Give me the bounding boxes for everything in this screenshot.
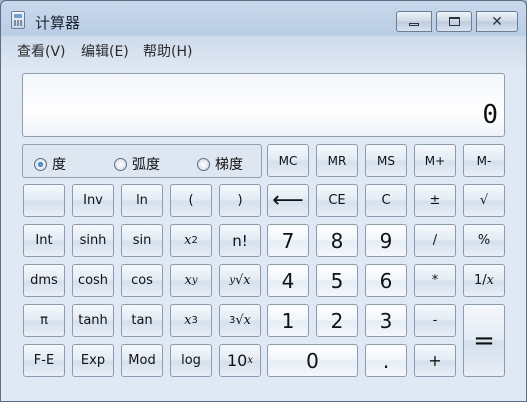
x-cubed-base: x — [184, 313, 192, 328]
digit-9-button[interactable]: 9 — [365, 224, 407, 257]
close-icon: ✕ — [491, 13, 503, 30]
blank-key — [23, 184, 65, 217]
digit-8-button[interactable]: 8 — [316, 224, 358, 257]
backspace-button[interactable]: ⟵ — [267, 184, 309, 217]
menu-view[interactable]: 查看(V) — [17, 41, 66, 61]
cos-button[interactable]: cos — [121, 264, 163, 297]
m-plus-button[interactable]: M+ — [414, 144, 456, 177]
log-button[interactable]: log — [170, 344, 212, 377]
cube-root-symbol: √ — [235, 313, 244, 328]
cube-root-button[interactable]: 3 √ x — [219, 304, 261, 337]
mr-button[interactable]: MR — [316, 144, 358, 177]
reciprocal-x: x — [486, 273, 494, 288]
minimize-icon — [409, 22, 419, 26]
maximize-icon — [448, 17, 460, 26]
close-button[interactable]: ✕ — [476, 11, 518, 32]
menu-edit[interactable]: 编辑(E) — [81, 41, 129, 61]
ten-power-x-base: 10 — [227, 351, 248, 370]
x-cubed-exp: 3 — [191, 315, 198, 326]
ten-power-x-exp: x — [247, 355, 253, 366]
ms-button[interactable]: MS — [365, 144, 407, 177]
calculator-window: 计算器 ✕ 查看(V) 编辑(E) 帮助(H) 0 度 弧度 梯度 MC MR … — [0, 0, 527, 402]
radio-radians-label: 弧度 — [132, 157, 160, 173]
maximize-button[interactable] — [436, 11, 472, 32]
radio-degrees[interactable]: 度 — [34, 154, 66, 174]
ten-power-x-button[interactable]: 10 x — [219, 344, 261, 377]
display-value: 0 — [482, 100, 498, 130]
right-paren-button[interactable]: ) — [219, 184, 261, 217]
y-root-button[interactable]: y √ x — [219, 264, 261, 297]
sin-button[interactable]: sin — [121, 224, 163, 257]
x-cubed-button[interactable]: x3 — [170, 304, 212, 337]
radio-gradians[interactable]: 梯度 — [197, 154, 243, 174]
radio-gradians-label: 梯度 — [215, 157, 243, 173]
x-squared-base: x — [184, 233, 192, 248]
radio-degrees-label: 度 — [52, 157, 66, 173]
x-power-y-exp: y — [191, 275, 198, 286]
calculator-icon — [11, 11, 25, 29]
factorial-button[interactable]: n! — [219, 224, 261, 257]
backspace-icon: ⟵ — [272, 188, 304, 213]
ln-button[interactable]: ln — [121, 184, 163, 217]
plus-button[interactable]: + — [414, 344, 456, 377]
radio-gradians-indicator — [197, 157, 210, 171]
digit-0-button[interactable]: 0 — [267, 344, 358, 377]
inv-button[interactable]: Inv — [72, 184, 114, 217]
sqrt-button[interactable]: √ — [463, 184, 505, 217]
y-root-x: x — [243, 273, 251, 288]
menu-help[interactable]: 帮助(H) — [143, 41, 192, 61]
x-squared-exp: 2 — [191, 235, 198, 246]
result-display: 0 — [22, 73, 505, 137]
mod-button[interactable]: Mod — [121, 344, 163, 377]
pi-button[interactable]: π — [23, 304, 65, 337]
title-bar[interactable]: 计算器 ✕ — [1, 1, 526, 37]
window-title: 计算器 — [35, 14, 81, 32]
x-power-y-base: x — [184, 273, 192, 288]
digit-2-button[interactable]: 2 — [316, 304, 358, 337]
c-button[interactable]: C — [365, 184, 407, 217]
minus-button[interactable]: - — [414, 304, 456, 337]
cube-root-x: x — [243, 313, 251, 328]
digit-3-button[interactable]: 3 — [365, 304, 407, 337]
angle-mode-group: 度 弧度 梯度 — [22, 144, 262, 178]
tan-button[interactable]: tan — [121, 304, 163, 337]
equals-label: = — [473, 325, 495, 356]
fe-button[interactable]: F-E — [23, 344, 65, 377]
menu-bar: 查看(V) 编辑(E) 帮助(H) — [1, 37, 526, 61]
x-power-y-button[interactable]: xy — [170, 264, 212, 297]
tanh-button[interactable]: tanh — [72, 304, 114, 337]
mc-button[interactable]: MC — [267, 144, 309, 177]
multiply-button[interactable]: * — [414, 264, 456, 297]
divide-button[interactable]: / — [414, 224, 456, 257]
reciprocal-button[interactable]: 1/x — [463, 264, 505, 297]
x-squared-button[interactable]: x2 — [170, 224, 212, 257]
decimal-button[interactable]: . — [365, 344, 407, 377]
digit-4-button[interactable]: 4 — [267, 264, 309, 297]
exp-button[interactable]: Exp — [72, 344, 114, 377]
digit-6-button[interactable]: 6 — [365, 264, 407, 297]
digit-7-button[interactable]: 7 — [267, 224, 309, 257]
int-button[interactable]: Int — [23, 224, 65, 257]
percent-button[interactable]: % — [463, 224, 505, 257]
y-root-symbol: √ — [235, 273, 244, 288]
dms-button[interactable]: dms — [23, 264, 65, 297]
radio-radians-indicator — [114, 157, 127, 171]
cosh-button[interactable]: cosh — [72, 264, 114, 297]
ce-button[interactable]: CE — [316, 184, 358, 217]
radio-radians[interactable]: 弧度 — [114, 154, 160, 174]
reciprocal-numerator: 1/ — [474, 273, 487, 288]
left-paren-button[interactable]: ( — [170, 184, 212, 217]
equals-button[interactable]: = — [463, 304, 505, 377]
minimize-button[interactable] — [396, 11, 432, 32]
plus-minus-button[interactable]: ± — [414, 184, 456, 217]
digit-5-button[interactable]: 5 — [316, 264, 358, 297]
sinh-button[interactable]: sinh — [72, 224, 114, 257]
radio-degrees-indicator — [34, 157, 47, 171]
digit-1-button[interactable]: 1 — [267, 304, 309, 337]
m-minus-button[interactable]: M- — [463, 144, 505, 177]
